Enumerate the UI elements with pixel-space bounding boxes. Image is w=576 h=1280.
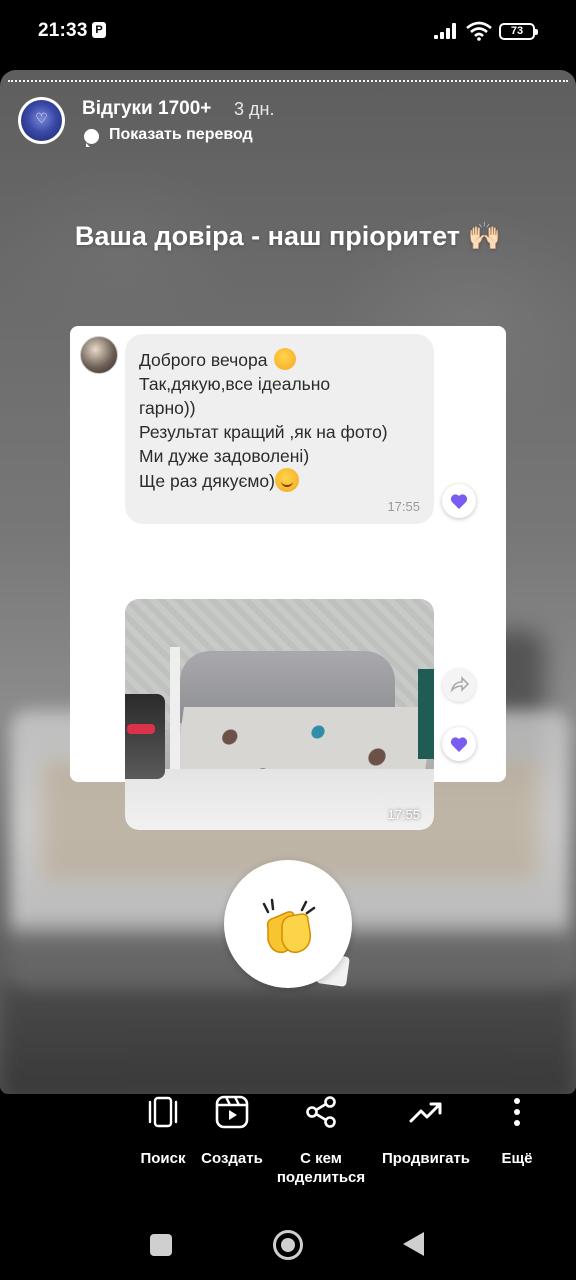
customer-avatar bbox=[80, 336, 118, 374]
recent-apps-button[interactable] bbox=[150, 1234, 172, 1256]
battery-icon: 73 bbox=[499, 23, 538, 40]
action-label: Создать bbox=[201, 1150, 263, 1167]
notification-icon: P bbox=[92, 22, 106, 38]
message-line: Ми дуже задоволені) bbox=[139, 446, 310, 466]
story-viewer[interactable]: Відгуки 1700+ 3 дн. Показать перевод Ваш… bbox=[0, 70, 576, 1094]
search-icon bbox=[148, 1096, 178, 1128]
message-line: Так,дякую,все ідеально bbox=[139, 374, 331, 394]
photo-time: 17:55 bbox=[387, 807, 420, 822]
chat-screenshot: Доброго вечора Так,дякую,все ідеально га… bbox=[70, 326, 506, 830]
status-bar: 21:33 P 73 bbox=[0, 0, 576, 64]
story-progress-bar bbox=[8, 80, 568, 83]
heart-reaction bbox=[442, 484, 476, 518]
share-icon bbox=[306, 1096, 336, 1128]
share-button[interactable]: С кем поделиться bbox=[271, 1094, 371, 1187]
system-nav-bar bbox=[0, 1194, 576, 1280]
bed-photo: 17:55 bbox=[125, 599, 434, 830]
message-line: Доброго вечора bbox=[139, 350, 268, 370]
action-label: Ещё bbox=[501, 1150, 533, 1167]
message-text: Доброго вечора Так,дякую,все ідеально га… bbox=[139, 348, 429, 493]
message-line: Результат кращий ,як на фото) bbox=[139, 422, 388, 442]
message-line: Ще раз дякуємо) bbox=[139, 471, 275, 491]
promote-trend-icon bbox=[409, 1102, 442, 1123]
account-avatar[interactable] bbox=[18, 97, 65, 144]
forward-icon bbox=[442, 668, 476, 702]
story-action-bar: Поиск Создать С кем поделиться Продвигат… bbox=[0, 1094, 576, 1194]
clap-sticker[interactable] bbox=[224, 860, 352, 988]
heart-icon bbox=[450, 737, 468, 752]
more-vertical-icon bbox=[514, 1098, 520, 1126]
message-bubble: Доброго вечора Так,дякую,все ідеально га… bbox=[125, 334, 434, 524]
message-time: 17:55 bbox=[387, 499, 420, 514]
wifi-icon bbox=[466, 21, 492, 41]
story-heading: Ваша довіра - наш пріоритет 🙌🏻 bbox=[74, 221, 502, 251]
clapping-hands-icon bbox=[262, 898, 316, 953]
translate-button[interactable]: Показать перевод bbox=[109, 126, 253, 144]
action-label: Продвигать bbox=[381, 1150, 471, 1167]
story-time-ago: 3 дн. bbox=[234, 99, 275, 119]
translate-icon[interactable] bbox=[84, 129, 99, 147]
message-line: гарно)) bbox=[139, 398, 196, 418]
back-button[interactable] bbox=[403, 1232, 424, 1256]
heart-reaction bbox=[442, 727, 476, 761]
search-button[interactable]: Поиск bbox=[125, 1094, 201, 1168]
heart-icon bbox=[450, 494, 468, 509]
action-label: Поиск bbox=[140, 1150, 186, 1167]
cell-signal-icon bbox=[434, 23, 460, 39]
home-button[interactable] bbox=[273, 1230, 303, 1260]
smiling-face-icon bbox=[274, 468, 299, 492]
hugging-face-icon bbox=[274, 348, 297, 370]
create-reel-icon bbox=[215, 1095, 249, 1129]
account-name[interactable]: Відгуки 1700+ bbox=[82, 98, 211, 120]
create-button[interactable]: Создать bbox=[196, 1094, 268, 1168]
action-label: С кем поделиться bbox=[276, 1150, 366, 1186]
more-button[interactable]: Ещё bbox=[491, 1094, 543, 1168]
promote-button[interactable]: Продвигать bbox=[376, 1094, 476, 1168]
status-time: 21:33 bbox=[38, 20, 88, 41]
